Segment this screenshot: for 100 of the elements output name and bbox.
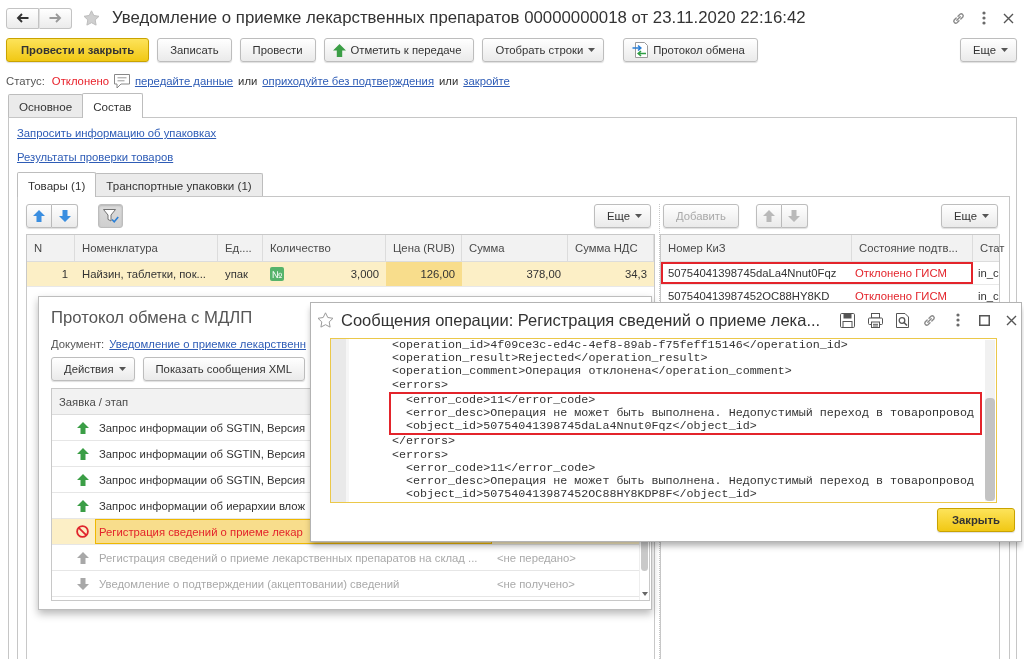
scrollbar-thumb[interactable] [985, 398, 995, 501]
code-line: </errors> [392, 435, 456, 449]
code-line: <operation_comment>Операция отклонена</operation_comment> [392, 365, 792, 379]
column-header: Количество [263, 235, 386, 261]
step-name: Регистрация сведений о приеме лекарственных препаратов на склад ... [99, 551, 478, 564]
filter-button[interactable] [98, 204, 123, 228]
status-text: или [439, 75, 459, 87]
scrollbar-thumb[interactable] [641, 539, 648, 571]
window-title: Уведомление о приемке лекарственных препаратов 00000000018 от 23.11.2020 22:16:42 [112, 8, 806, 28]
link-icon[interactable] [923, 313, 936, 327]
star-icon[interactable] [83, 10, 100, 26]
dropdown-button[interactable]: Отобрать строки [482, 38, 605, 62]
close-icon[interactable] [1003, 12, 1014, 24]
arrow-down-icon [788, 210, 801, 222]
tab[interactable]: Транспортные упаковки (1) [95, 173, 263, 196]
arrow-up-icon [332, 43, 346, 57]
step-name: Запрос информации об SGTIN, Версия [99, 421, 306, 434]
more-icon[interactable] [955, 313, 960, 327]
more-button[interactable]: Еще [941, 204, 998, 228]
move-down-button[interactable] [52, 204, 78, 228]
arrow-up-icon [77, 421, 89, 434]
code-line: <errors> [392, 448, 449, 462]
action-link[interactable]: оприходуйте без подтверждения [262, 75, 435, 87]
step-name: Запрос информации об SGTIN, Версия [99, 447, 306, 460]
preview-icon[interactable] [896, 312, 909, 328]
document-arrows-icon [632, 42, 649, 58]
code-line: <object_id>507540413987452OC88HY8KDP8F</object_id> [406, 488, 757, 502]
close-button[interactable]: Закрыть [936, 508, 1015, 532]
printer-icon[interactable] [868, 312, 883, 328]
move-up-button[interactable] [26, 204, 52, 228]
step-name: Запрос информации об SGTIN, Версия [99, 473, 306, 486]
arrow-down-icon [58, 210, 71, 222]
column-header: Номенклатура [75, 235, 218, 261]
column-header: Цена (RUB) [386, 235, 462, 261]
action-link[interactable]: передайте данные [134, 75, 234, 87]
toolbar-button[interactable]: Записать [157, 38, 232, 62]
action-link[interactable]: закройте [463, 75, 510, 87]
step-name: Регистрация сведений о приеме лекар [99, 525, 303, 538]
status-label: Статус: [6, 75, 45, 87]
table-cell-text: in_c [977, 266, 1000, 281]
arrow-up-icon [33, 210, 45, 222]
field-label: Документ: [51, 338, 105, 350]
step-name: Уведомление о подтверждении (акцептовании) сведений [99, 577, 400, 590]
arrow-right-icon [49, 13, 62, 23]
toolbar-button[interactable]: Отметить к передаче [323, 38, 475, 62]
tab[interactable]: Состав [82, 93, 143, 118]
arrow-up-icon [77, 551, 89, 564]
link[interactable]: Результаты проверки товаров [17, 148, 174, 166]
tab[interactable]: Основное [8, 94, 84, 117]
column-header: Состояние подтв... [852, 235, 973, 261]
code-line: <error_code>11</error_code> [406, 393, 596, 407]
window-title: Сообщения операции: Регистрация сведений о приеме лека... [341, 310, 821, 330]
dropdown-button[interactable]: Действия [51, 357, 135, 381]
link-icon[interactable] [952, 11, 965, 25]
step-status: <не передано> [497, 551, 576, 564]
arrow-up-icon [77, 499, 89, 512]
table-cell-text: 50754041398745daLa4Nnut0Fqz [667, 266, 838, 281]
arrow-up-icon [762, 210, 775, 222]
arrow-left-icon [16, 13, 29, 23]
code-line: <errors> [392, 378, 449, 392]
code-line: <operation_id>4f09ce3c-ed4c-4ef8-89ab-f75feff15146</operation_id> [392, 339, 848, 353]
more-button[interactable]: Еще [594, 204, 651, 228]
table-cell-text: Найзин, таблетки, пок... [81, 267, 207, 282]
toolbar-button[interactable]: Протокол обмена [623, 38, 758, 62]
column-header: Ед.... [218, 235, 263, 261]
window-title: Протокол обмена с МДЛП [51, 307, 253, 329]
table-cell-text: упак [224, 267, 249, 282]
no-entry-icon [76, 525, 89, 538]
column-header: Сумма [462, 235, 568, 261]
step-status: <не получено> [497, 577, 575, 590]
code-line: <error_desc>Операция не может быть выполнена. Недопустимый переход в товаропровод [406, 475, 975, 489]
more-icon[interactable] [981, 11, 986, 25]
star-icon[interactable] [317, 312, 334, 328]
number-type-icon: № [270, 267, 284, 281]
primary-button[interactable]: Провести и закрыть [6, 38, 150, 62]
table-cell-text: 34,3 [624, 267, 648, 282]
caret-icon [118, 367, 126, 371]
status-value: Отклонено [51, 75, 109, 87]
link[interactable]: Запросить информацию об упаковках [17, 124, 217, 142]
back-button[interactable] [6, 7, 39, 29]
code-line: <operation_result>Rejected</operation_result> [392, 352, 708, 366]
table-cell-text: Отклонено ГИСМ [854, 289, 948, 304]
maximize-icon[interactable] [979, 314, 990, 326]
close-icon[interactable] [1006, 314, 1017, 326]
column-header: Номер КиЗ [661, 235, 852, 261]
document-link[interactable]: Уведомление о приемке лекарственн [109, 338, 306, 350]
column-header: Стат [979, 241, 1006, 256]
table-cell-text: 1 [60, 267, 69, 282]
save-icon[interactable] [840, 312, 855, 328]
arrow-down-icon [77, 577, 89, 590]
toolbar-button[interactable]: Провести [239, 38, 316, 62]
tab[interactable]: Товары (1) [17, 172, 97, 197]
caret-icon [982, 214, 989, 218]
more-button[interactable]: Еще [960, 38, 1017, 62]
toolbar-button[interactable]: Показать сообщения XML [142, 357, 305, 381]
table-cell-text: in_c [977, 289, 1000, 304]
status-text: или [238, 75, 258, 87]
text-field[interactable] [330, 338, 997, 503]
column-header: Сумма НДС [568, 235, 654, 261]
vertical-scrollbar[interactable] [985, 340, 995, 501]
